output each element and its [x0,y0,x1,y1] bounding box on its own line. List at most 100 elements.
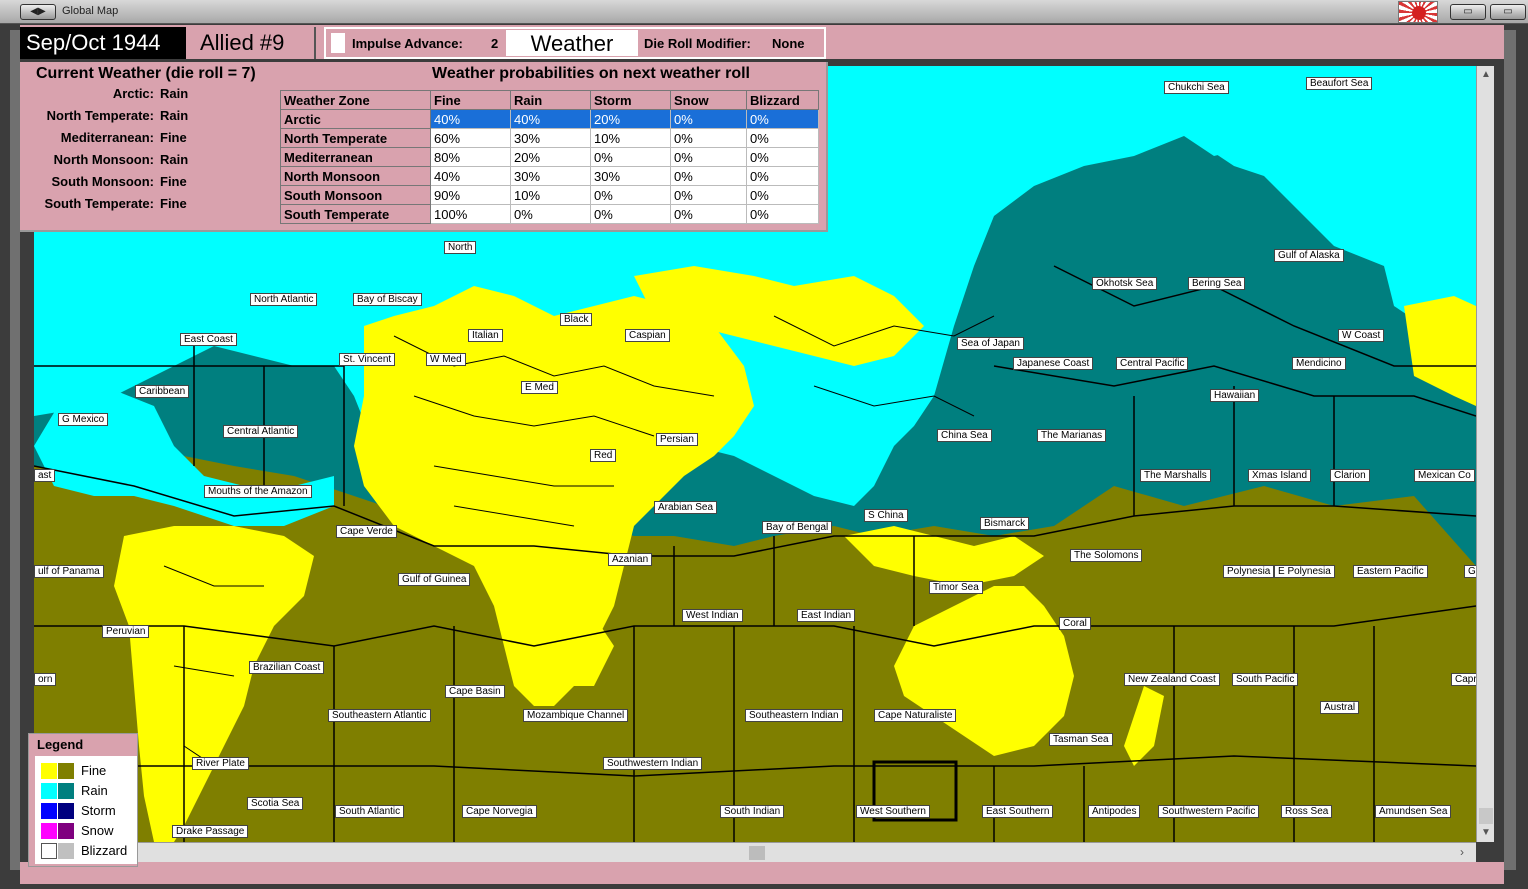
sea-area-label[interactable]: Tasman Sea [1049,733,1113,746]
sea-area-label[interactable]: South Pacific [1232,673,1299,686]
table-row[interactable]: Arctic 40% 40% 20% 0% 0% [280,109,819,129]
sea-area-label[interactable]: Italian [468,329,503,342]
bottom-border [20,862,1504,884]
sea-area-label[interactable]: East Indian [797,609,856,622]
sea-area-label[interactable]: River Plate [192,757,249,770]
sea-area-label[interactable]: Amundsen Sea [1375,805,1452,818]
sea-area-label[interactable]: Caribbean [135,385,190,398]
sea-area-label[interactable]: Cape Basin [445,685,505,698]
sea-area-label[interactable]: Okhotsk Sea [1092,277,1158,290]
sea-area-label[interactable]: Peruvian [102,625,150,638]
table-row[interactable]: South Monsoon 90% 10% 0% 0% 0% [280,185,819,205]
checkbox-square[interactable] [331,33,345,53]
sea-area-label[interactable]: Arabian Sea [654,501,718,514]
table-row[interactable]: North Temperate 60% 30% 10% 0% 0% [280,128,819,148]
sea-area-label[interactable]: E Med [521,381,558,394]
sea-area-label[interactable]: Beaufort Sea [1306,77,1373,90]
sea-area-label[interactable]: Southwestern Indian [603,757,703,770]
sea-area-label[interactable]: Cape Norvegia [462,805,537,818]
sea-area-label[interactable]: Gulf of Guinea [398,573,471,586]
horizontal-scroll-thumb[interactable] [749,846,765,860]
sea-area-label[interactable]: Bismarck [980,517,1030,530]
sea-area-label[interactable]: East Southern [982,805,1054,818]
sea-area-label[interactable]: S China [864,509,908,522]
sea-area-label[interactable]: Scotia Sea [247,797,304,810]
weather-zone-value: Fine [160,130,187,145]
sea-area-label[interactable]: Hawaiian [1210,389,1260,402]
sea-area-label[interactable]: Southeastern Indian [745,709,843,722]
sea-area-label[interactable]: Azanian [608,553,653,566]
sea-area-label[interactable]: Mozambique Channel [523,709,629,722]
sea-area-label[interactable]: The Marshalls [1140,469,1211,482]
sea-area-label[interactable]: South Indian [720,805,785,818]
system-menu-button[interactable]: ◀▶ [20,4,56,20]
sea-area-label[interactable]: orn [34,673,57,686]
sea-area-label[interactable]: Xmas Island [1248,469,1312,482]
sea-area-label[interactable]: Persian [656,433,698,446]
sea-area-label[interactable]: W Med [426,353,466,366]
sea-area-label[interactable]: Timor Sea [929,581,983,594]
table-row[interactable]: Mediterranean 80% 20% 0% 0% 0% [280,147,819,167]
sea-area-label[interactable]: E Polynesia [1274,565,1335,578]
sea-area-label[interactable]: Eastern Pacific [1353,565,1428,578]
sea-area-label[interactable]: Bering Sea [1188,277,1246,290]
sea-area-label[interactable]: Bay of Bengal [762,521,833,534]
sea-area-label[interactable]: Brazilian Coast [249,661,325,674]
sea-area-label[interactable]: East Coast [180,333,237,346]
probability-cell: 0% [590,204,671,224]
probability-cell: 0% [670,109,747,129]
scroll-up-icon[interactable]: ▲ [1477,66,1495,84]
sea-area-label[interactable]: Antipodes [1088,805,1141,818]
probability-cell: 40% [430,109,511,129]
sea-area-label[interactable]: Mendicino [1292,357,1346,370]
horizontal-scrollbar[interactable]: › [34,842,1476,862]
sea-area-label[interactable]: China Sea [937,429,992,442]
sea-area-label[interactable]: Sea of Japan [957,337,1024,350]
sea-area-label[interactable]: North Atlantic [250,293,318,306]
row-zone-cell: North Monsoon [280,166,431,186]
sea-area-label[interactable]: St. Vincent [339,353,396,366]
sea-area-label[interactable]: West Southern [856,805,930,818]
land-swatch [41,763,57,779]
sea-area-label[interactable]: ulf of Panama [34,565,104,578]
sea-area-label[interactable]: Mexican Co [1414,469,1475,482]
sea-area-label[interactable]: The Solomons [1070,549,1143,562]
vertical-scrollbar[interactable]: ▲ ▼ [1476,66,1494,842]
scroll-right-icon[interactable]: › [1460,845,1464,859]
sea-area-label[interactable]: Southeastern Atlantic [328,709,431,722]
sea-area-label[interactable]: Clarion [1330,469,1370,482]
legend-label: Blizzard [81,843,128,858]
sea-area-label[interactable]: Southwestern Pacific [1158,805,1260,818]
sea-area-label[interactable]: Japanese Coast [1013,357,1094,370]
sea-area-label[interactable]: Cape Verde [336,525,397,538]
table-row[interactable]: North Monsoon 40% 30% 30% 0% 0% [280,166,819,186]
table-row[interactable]: South Temperate 100% 0% 0% 0% 0% [280,204,819,224]
sea-area-label[interactable]: Black [560,313,593,326]
sea-area-label[interactable]: Red [590,449,617,462]
sea-area-label[interactable]: Cape Naturaliste [874,709,957,722]
sea-area-label[interactable]: ast [34,469,56,482]
sea-area-label[interactable]: Drake Passage [172,825,249,838]
sea-area-label[interactable]: G Mexico [58,413,109,426]
sea-area-label[interactable]: West Indian [682,609,743,622]
sea-area-label[interactable]: Caspian [625,329,670,342]
sea-area-label[interactable]: Ross Sea [1281,805,1333,818]
sea-area-label[interactable]: Mouths of the Amazon [204,485,312,498]
sea-area-label[interactable]: North [444,241,477,254]
vertical-scroll-thumb[interactable] [1479,808,1493,824]
sea-area-label[interactable]: Bay of Biscay [353,293,422,306]
sea-area-label[interactable]: Central Atlantic [223,425,299,438]
sea-area-label[interactable]: Austral [1320,701,1360,714]
sea-area-label[interactable]: Central Pacific [1116,357,1189,370]
sea-area-label[interactable]: Polynesia [1223,565,1275,578]
sea-area-label[interactable]: South Atlantic [335,805,405,818]
sea-area-label[interactable]: Gulf of Alaska [1274,249,1344,262]
sea-area-label[interactable]: New Zealand Coast [1124,673,1220,686]
scroll-down-icon[interactable]: ▼ [1477,824,1495,842]
close-button[interactable]: ▭ [1490,4,1526,20]
sea-area-label[interactable]: W Coast [1338,329,1385,342]
sea-area-label[interactable]: The Marianas [1037,429,1107,442]
minimize-button[interactable]: ▭ [1450,4,1486,20]
sea-area-label[interactable]: Chukchi Sea [1164,81,1229,94]
sea-area-label[interactable]: Coral [1059,617,1091,630]
